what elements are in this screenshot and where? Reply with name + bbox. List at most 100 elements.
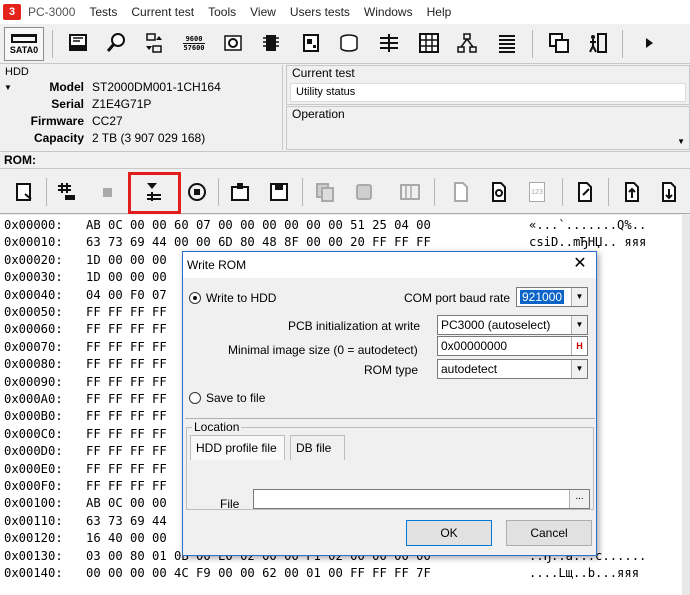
hex-address: 0x00010:	[4, 235, 63, 250]
baud-rate-button[interactable]: 9600 57600	[179, 28, 209, 58]
rom-save-button[interactable]	[264, 177, 294, 207]
scrollbar[interactable]	[682, 215, 690, 595]
rom-refresh-button[interactable]	[182, 177, 212, 207]
operation-panel: Operation ▼	[286, 106, 690, 150]
current-test-title: Current test	[292, 66, 355, 80]
hex-bytes[interactable]: FF FF FF FF	[86, 426, 167, 442]
hex-ascii[interactable]: csiD..mЂНЏ.. яяя	[529, 234, 646, 250]
hex-bytes[interactable]: FF FF FF FF	[86, 374, 167, 390]
hex-bytes[interactable]: AB 0C 00 00	[86, 495, 167, 511]
hex-ascii[interactable]: ....Lщ..b...яяя	[529, 565, 639, 581]
hex-bytes[interactable]: FF FF FF FF	[86, 408, 167, 424]
rom-copy-button	[310, 177, 340, 207]
hex-bytes[interactable]: 63 73 69 44	[86, 513, 167, 529]
browse-button[interactable]: ...	[569, 490, 589, 508]
log-button[interactable]	[492, 28, 522, 58]
capacity-value: 2 TB (3 907 029 168)	[92, 131, 206, 145]
hex-bytes[interactable]: FF FF FF FF	[86, 356, 167, 372]
menu-help[interactable]: Help	[427, 5, 452, 19]
network-button[interactable]	[452, 28, 482, 58]
hex-bytes[interactable]: FF FF FF FF	[86, 443, 167, 459]
com-port-label: COM port baud rate	[404, 291, 511, 305]
sata-port-button[interactable]: SATA0	[4, 27, 44, 61]
write-rom-dialog: Write ROM ✕ Write to HDD COM port baud r…	[182, 251, 597, 556]
transfer-button[interactable]	[139, 28, 169, 58]
hex-bytes[interactable]: AB 0C 00 00 60 07 00 00 00 00 00 00 51 2…	[86, 217, 431, 233]
hex-bytes[interactable]: 00 00 00 00 4C F9 00 00 62 00 01 00 FF F…	[86, 565, 431, 581]
toolbar-separator	[434, 178, 435, 206]
hex-bytes[interactable]: FF FF FF FF	[86, 304, 167, 320]
board-button[interactable]	[296, 28, 326, 58]
com-port-select[interactable]: 921000 ▼	[516, 287, 588, 307]
toolbar-separator	[608, 178, 609, 206]
grid-button[interactable]	[414, 28, 444, 58]
location-label: Location	[192, 420, 242, 434]
min-image-input[interactable]: 0x00000000 H	[437, 336, 588, 356]
hex-address: 0x00040:	[4, 287, 63, 302]
disk-button[interactable]	[334, 28, 364, 58]
hex-address: 0x000A0:	[4, 392, 63, 406]
disk-icon	[340, 34, 358, 52]
grid-icon	[419, 33, 439, 53]
hex-address: 0x00140:	[4, 566, 63, 580]
paste-icon	[356, 184, 372, 200]
copy-windows-button[interactable]	[544, 28, 574, 58]
write-to-hdd-label[interactable]: Write to HDD	[206, 291, 276, 305]
heads-button[interactable]	[374, 28, 404, 58]
test-tools-button[interactable]	[63, 28, 93, 58]
hex-bytes[interactable]: FF FF FF FF	[86, 339, 167, 355]
save-to-file-label[interactable]: Save to file	[206, 391, 265, 405]
hex-bytes[interactable]: FF FF FF FF	[86, 391, 167, 407]
hex-bytes[interactable]: 1D 00 00 00	[86, 269, 167, 285]
hex-bytes[interactable]: FF FF FF FF	[86, 478, 167, 494]
file-label: File	[220, 497, 240, 511]
hex-bytes[interactable]: 63 73 69 44 00 00 6D 80 48 8F 00 00 20 F…	[86, 234, 431, 250]
chip-button[interactable]	[256, 28, 286, 58]
hex-ascii[interactable]: «...`.......Q%..	[529, 217, 646, 233]
save-to-file-radio[interactable]	[189, 392, 201, 404]
rom-up-button[interactable]	[617, 177, 647, 207]
menu-view[interactable]: View	[250, 5, 276, 19]
hex-bytes[interactable]: FF FF FF FF	[86, 461, 167, 477]
ok-button[interactable]: OK	[406, 520, 492, 546]
pcb-init-select[interactable]: PC3000 (autoselect) ▼	[437, 315, 588, 335]
menu-tools[interactable]: Tools	[208, 5, 236, 19]
hex-toggle-icon[interactable]: H	[571, 337, 587, 355]
settings-button[interactable]	[218, 28, 248, 58]
sata-connector-icon	[11, 33, 37, 43]
hex-bytes[interactable]: 1D 00 00 00	[86, 252, 167, 268]
file-path-input[interactable]: ...	[253, 489, 590, 509]
log-list-icon	[499, 35, 515, 53]
menu-windows[interactable]: Windows	[364, 5, 413, 19]
rom-load-button[interactable]	[225, 177, 255, 207]
cancel-button[interactable]: Cancel	[506, 520, 592, 546]
close-icon[interactable]: ✕	[570, 254, 590, 274]
hex-address: 0x000D0:	[4, 444, 63, 459]
dialog-titlebar: Write ROM ✕	[183, 252, 596, 278]
rom-export-button[interactable]	[654, 177, 684, 207]
hex-bytes[interactable]: 16 40 00 00	[86, 530, 167, 546]
hex-bytes[interactable]: 04 00 F0 07	[86, 287, 167, 303]
hex-bytes[interactable]: FF FF FF FF	[86, 321, 167, 337]
network-icon	[457, 33, 477, 53]
menu-tests[interactable]: Tests	[89, 5, 117, 19]
hex-address: 0x00070:	[4, 339, 63, 354]
search-button[interactable]	[101, 28, 131, 58]
rom-config-button[interactable]	[484, 177, 514, 207]
run-button[interactable]	[634, 28, 664, 58]
write-to-hdd-radio[interactable]	[189, 292, 201, 304]
pcb-init-value: PC3000 (autoselect)	[441, 318, 551, 332]
tab-hdd-profile-file[interactable]: HDD profile file	[190, 435, 285, 460]
rom-type-select[interactable]: autodetect ▼	[437, 359, 588, 379]
menu-users-tests[interactable]: Users tests	[290, 5, 350, 19]
dropdown-arrow-icon[interactable]: ▼	[677, 137, 685, 146]
min-image-label: Minimal image size (0 = autodetect)	[228, 343, 418, 357]
rom-read-button[interactable]	[52, 177, 82, 207]
rom-read-icon	[58, 183, 75, 200]
tab-db-file[interactable]: DB file	[290, 435, 345, 460]
rom-new-button	[446, 177, 476, 207]
rom-open-button[interactable]	[9, 177, 39, 207]
rom-doc-button[interactable]	[570, 177, 600, 207]
menu-current-test[interactable]: Current test	[131, 5, 194, 19]
exit-button[interactable]	[582, 28, 612, 58]
